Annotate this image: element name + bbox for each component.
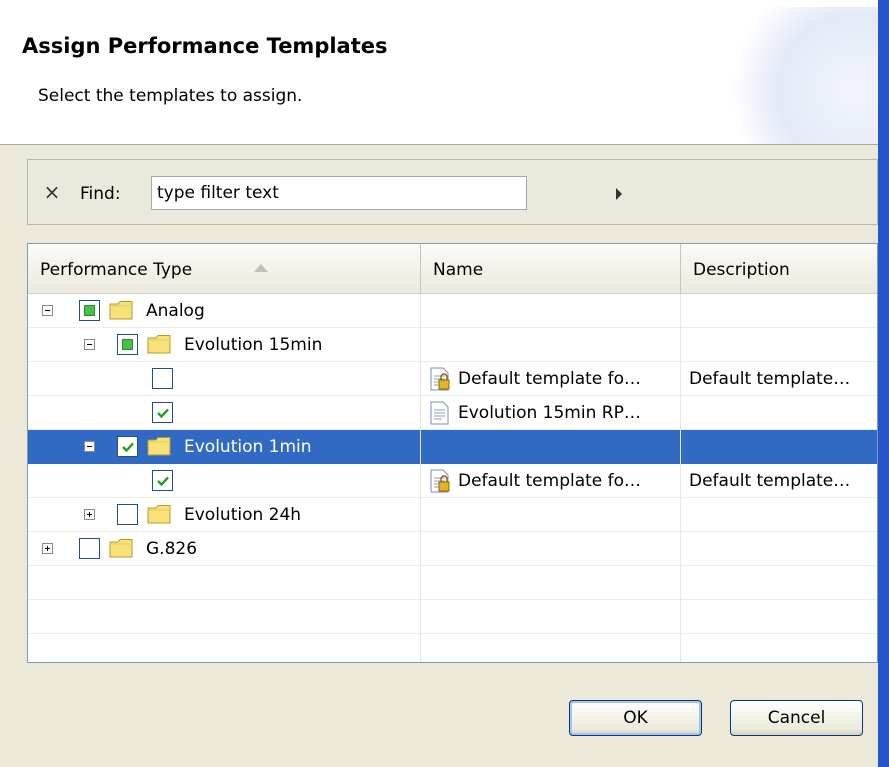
clear-filter-icon[interactable]: ×	[42, 182, 62, 202]
expand-icon[interactable]	[42, 543, 53, 554]
filter-menu-arrow-icon[interactable]	[616, 188, 622, 200]
assign-templates-dialog: Assign Performance Templates Select the …	[0, 0, 878, 767]
collapse-icon[interactable]	[42, 305, 53, 316]
column-divider	[680, 294, 681, 662]
filter-input[interactable]	[151, 176, 527, 210]
dialog-title: Assign Performance Templates	[22, 34, 388, 58]
tree-row[interactable]: Evolution 15min RP…	[28, 396, 877, 430]
find-label: Find:	[80, 184, 121, 204]
folder-icon	[109, 538, 133, 558]
row-checkbox[interactable]	[117, 504, 138, 525]
template-description-cell: Default template…	[689, 471, 851, 491]
cancel-button[interactable]: Cancel	[730, 700, 863, 736]
column-header-label: Description	[693, 260, 790, 280]
dialog-subtitle: Select the templates to assign.	[38, 86, 303, 106]
title-bar-remnant	[0, 0, 878, 7]
row-checkbox[interactable]	[117, 334, 138, 355]
tree-node-label: Analog	[146, 301, 205, 321]
column-header-label: Performance Type	[40, 260, 193, 280]
row-checkbox[interactable]	[152, 402, 173, 423]
column-header-performance-type[interactable]: Performance Type	[28, 244, 420, 294]
expand-icon[interactable]	[84, 509, 95, 520]
locked-template-icon	[429, 367, 451, 391]
row-checkbox[interactable]	[152, 368, 173, 389]
column-header-name[interactable]: Name	[420, 244, 680, 294]
column-header-label: Name	[433, 260, 484, 280]
template-name-cell: Evolution 15min RP…	[458, 403, 641, 423]
tree-row[interactable]: Default template fo… Default template…	[28, 464, 877, 498]
folder-icon	[147, 334, 171, 354]
tree-row[interactable]: Evolution 15min	[28, 328, 877, 362]
tree-node-label: Evolution 1min	[184, 437, 312, 457]
folder-icon	[109, 300, 133, 320]
empty-row	[28, 600, 877, 634]
tree-node-label: Evolution 15min	[184, 335, 323, 355]
row-checkbox[interactable]	[79, 300, 100, 321]
ok-button[interactable]: OK	[569, 700, 702, 736]
locked-template-icon	[429, 469, 451, 493]
tree-row[interactable]: Default template fo… Default template…	[28, 362, 877, 396]
template-name-cell: Default template fo…	[458, 471, 642, 491]
tree-row[interactable]: G.826	[28, 532, 877, 566]
column-divider	[420, 294, 421, 662]
template-name-cell: Default template fo…	[458, 369, 642, 389]
collapse-icon[interactable]	[84, 441, 95, 452]
template-icon	[429, 401, 451, 425]
folder-icon	[147, 504, 171, 524]
folder-icon	[147, 436, 171, 456]
column-header-description[interactable]: Description	[680, 244, 877, 294]
collapse-icon[interactable]	[84, 339, 95, 350]
tree-row[interactable]: Analog	[28, 294, 877, 328]
empty-row	[28, 634, 877, 662]
row-checkbox[interactable]	[117, 436, 138, 457]
row-checkbox[interactable]	[152, 470, 173, 491]
empty-row	[28, 566, 877, 600]
tree-node-label: G.826	[146, 539, 198, 559]
templates-tree-table: Performance Type Name Description Analog…	[27, 243, 878, 663]
tree-row[interactable]: Evolution 24h	[28, 498, 877, 532]
template-description-cell: Default template…	[689, 369, 851, 389]
header-banner-graphic	[718, 7, 878, 144]
tree-row[interactable]: Evolution 1min	[28, 430, 877, 464]
tree-node-label: Evolution 24h	[184, 505, 302, 525]
row-checkbox[interactable]	[79, 538, 100, 559]
sort-ascending-icon	[254, 264, 268, 272]
filter-bar: × Find:	[27, 159, 878, 225]
dialog-header: Assign Performance Templates Select the …	[0, 7, 878, 145]
